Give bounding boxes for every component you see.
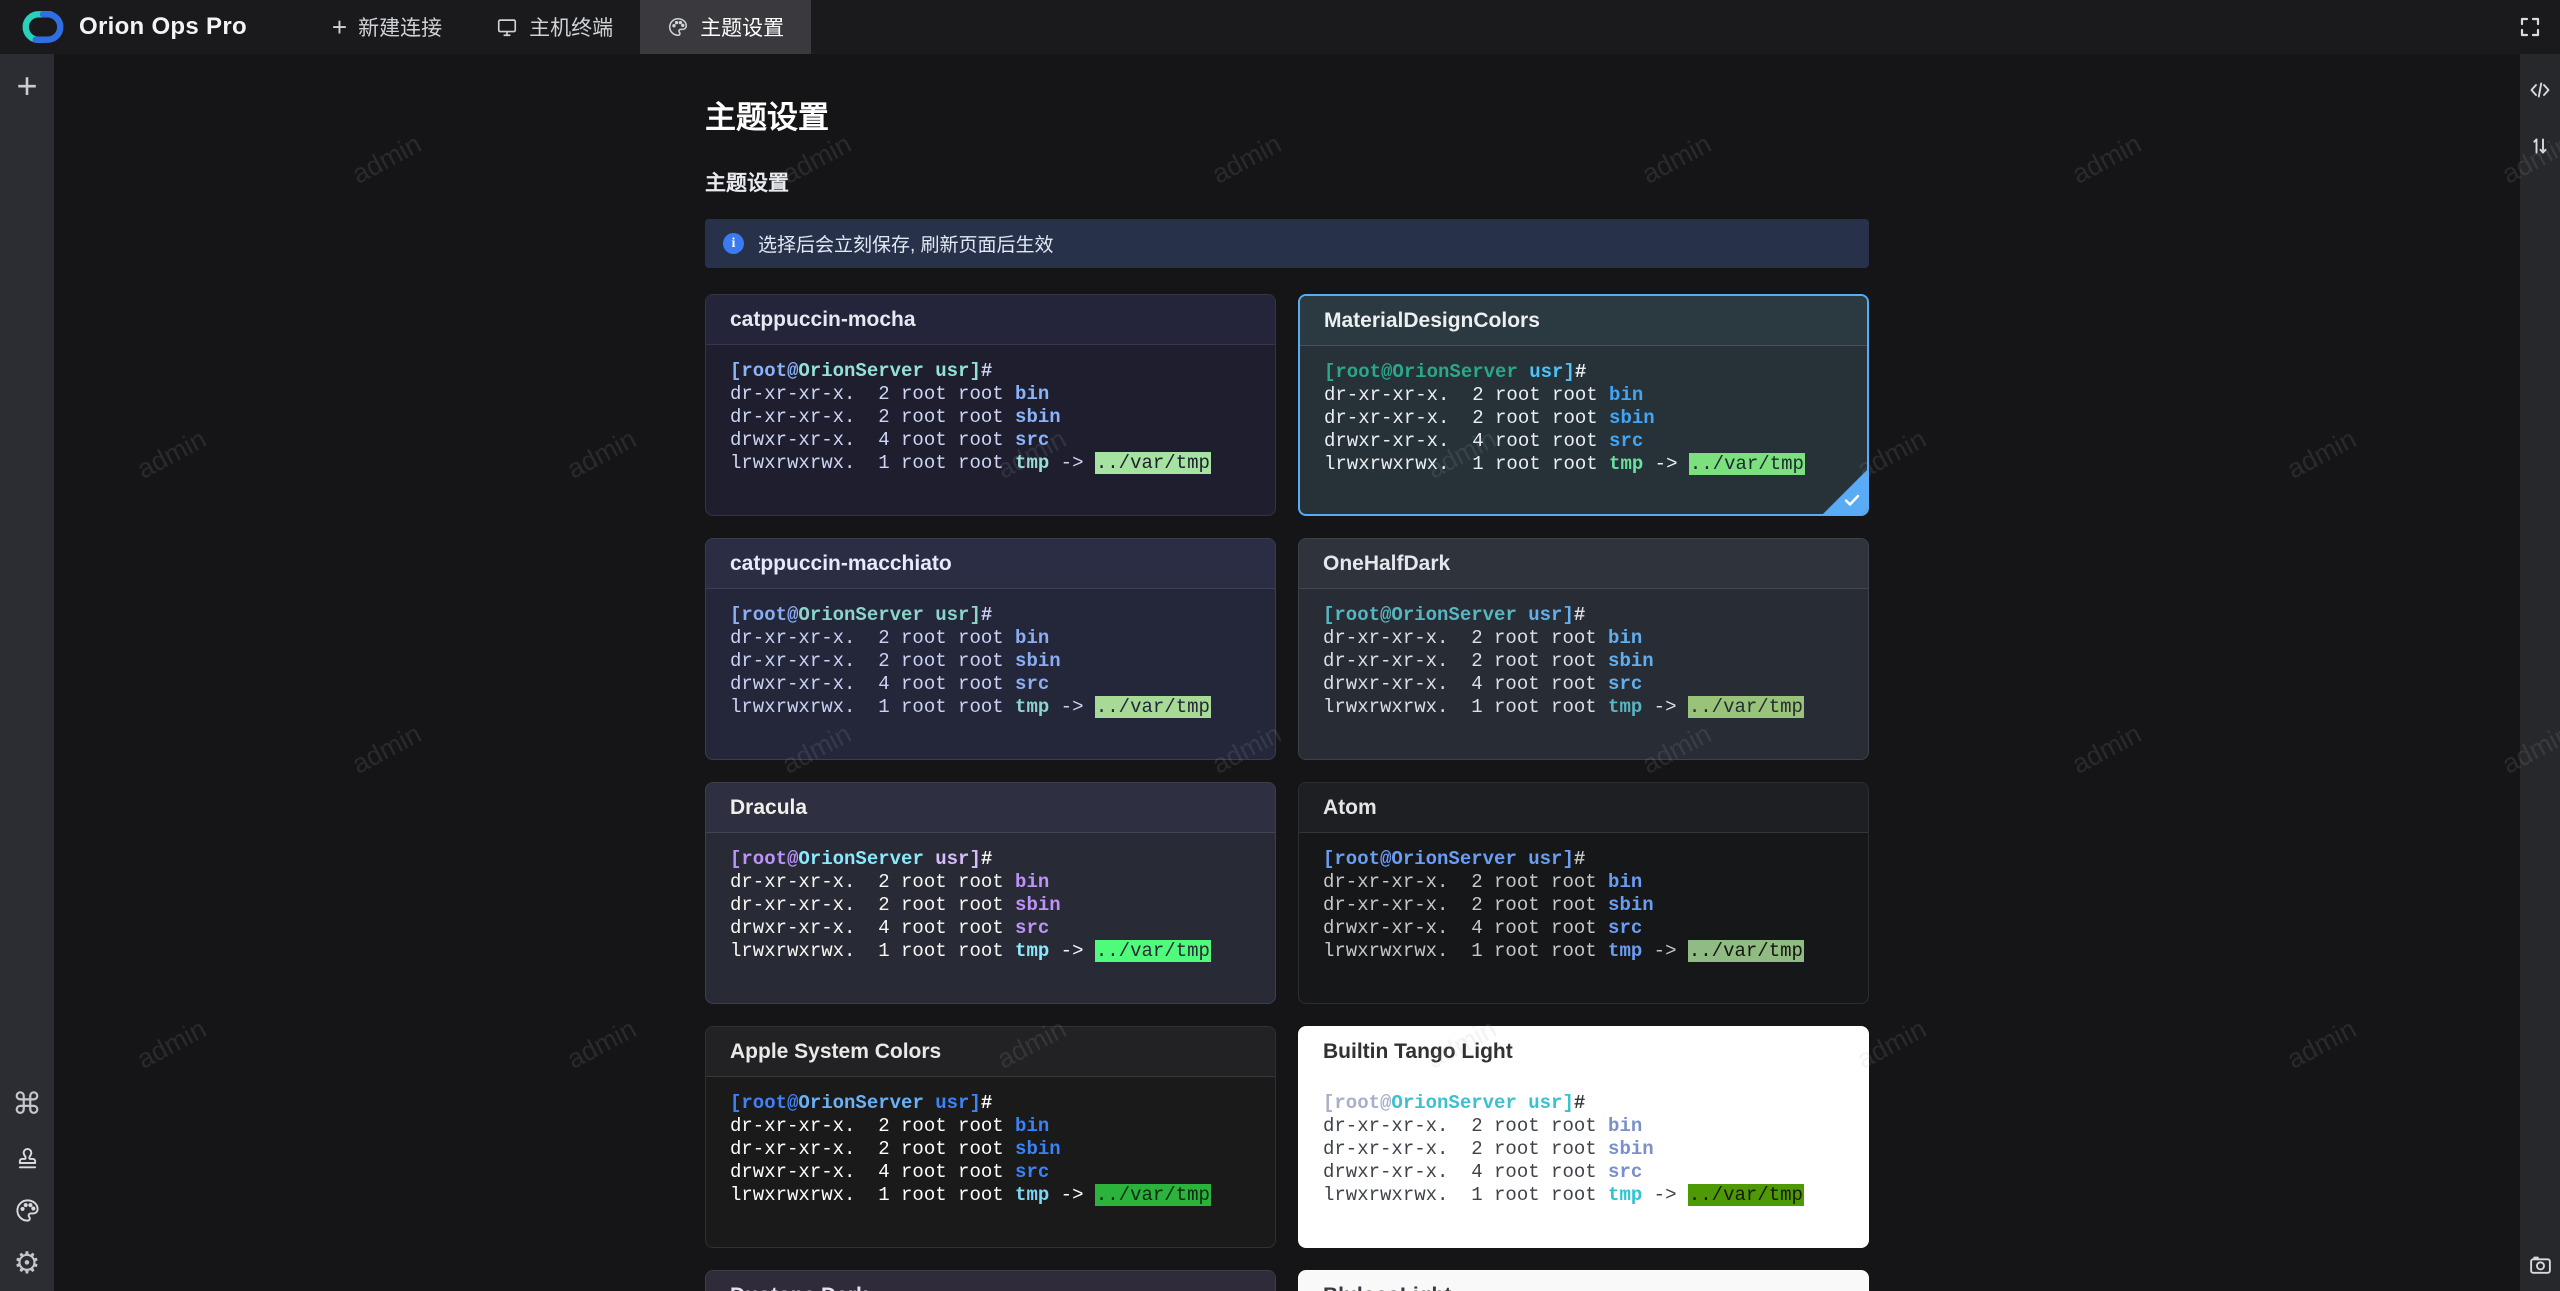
camera-icon[interactable]	[2528, 1252, 2553, 1277]
terminal-preview: [root@OrionServer usr]#dr-xr-xr-x. 2 roo…	[1324, 361, 1843, 476]
topbar-tabs: + 新建连接 主机终端 主题设置	[305, 0, 811, 54]
stamp-icon[interactable]	[14, 1145, 41, 1172]
terminal-preview: [root@OrionServer usr]#dr-xr-xr-x. 2 roo…	[1323, 1092, 1844, 1207]
theme-name: MaterialDesignColors	[1324, 309, 1540, 333]
theme-card-preview: [root@OrionServer usr]#dr-xr-xr-x. 2 roo…	[706, 345, 1275, 475]
palette-icon[interactable]	[14, 1197, 41, 1224]
info-icon: i	[723, 233, 744, 254]
theme-card-preview: [root@OrionServer usr]#dr-xr-xr-x. 2 roo…	[706, 833, 1275, 963]
theme-card-preview: [root@OrionServer usr]#dr-xr-xr-x. 2 roo…	[1299, 833, 1868, 963]
theme-name: Dracula	[730, 796, 807, 820]
theme-card-header: MaterialDesignColors	[1300, 296, 1867, 346]
theme-card[interactable]: Builtin Tango Light [root@OrionServer us…	[1298, 1026, 1869, 1248]
left-sidebar: + ⌘ ⚙	[0, 54, 54, 1291]
theme-grid: catppuccin-mocha [root@OrionServer usr]#…	[705, 294, 1869, 1291]
theme-name: Atom	[1323, 796, 1377, 820]
tab-label: 新建连接	[358, 12, 442, 42]
add-connection-icon[interactable]: +	[16, 68, 37, 104]
theme-card-header: Dracula	[706, 783, 1275, 833]
terminal-preview: [root@OrionServer usr]#dr-xr-xr-x. 2 roo…	[1323, 604, 1844, 719]
page-title: 主题设置	[705, 92, 1869, 137]
terminal-preview: [root@OrionServer usr]#dr-xr-xr-x. 2 roo…	[730, 848, 1251, 963]
theme-card-header: BlulocoLight	[1299, 1271, 1868, 1291]
theme-card[interactable]: catppuccin-macchiato [root@OrionServer u…	[705, 538, 1276, 760]
theme-card-preview: [root@OrionServer usr]#dr-xr-xr-x. 2 roo…	[1300, 346, 1867, 476]
fullscreen-icon[interactable]	[2518, 15, 2542, 39]
info-alert: i 选择后会立刻保存, 刷新页面后生效	[705, 219, 1869, 268]
theme-card[interactable]: catppuccin-mocha [root@OrionServer usr]#…	[705, 294, 1276, 516]
main-content: 主题设置 主题设置 i 选择后会立刻保存, 刷新页面后生效 catppuccin…	[54, 54, 2520, 1291]
theme-card[interactable]: OneHalfDark [root@OrionServer usr]#dr-xr…	[1298, 538, 1869, 760]
tab-theme-settings[interactable]: 主题设置	[640, 0, 811, 54]
check-icon	[1842, 490, 1862, 510]
theme-name: catppuccin-mocha	[730, 308, 916, 332]
theme-name: Builtin Tango Light	[1323, 1040, 1513, 1064]
theme-card[interactable]: Apple System Colors [root@OrionServer us…	[705, 1026, 1276, 1248]
section-title: 主题设置	[705, 167, 1869, 197]
terminal-preview: [root@OrionServer usr]#dr-xr-xr-x. 2 roo…	[730, 360, 1251, 475]
brand: Orion Ops Pro	[0, 7, 277, 47]
theme-name: catppuccin-macchiato	[730, 552, 952, 576]
theme-card-preview: [root@OrionServer usr]#dr-xr-xr-x. 2 roo…	[1299, 589, 1868, 719]
alert-text: 选择后会立刻保存, 刷新页面后生效	[758, 230, 1054, 257]
theme-card-header: catppuccin-mocha	[706, 295, 1275, 345]
theme-card-header: OneHalfDark	[1299, 539, 1868, 589]
gear-icon[interactable]: ⚙	[14, 1249, 41, 1279]
tab-new-connection[interactable]: + 新建连接	[305, 0, 469, 54]
command-icon[interactable]: ⌘	[12, 1090, 42, 1120]
theme-card[interactable]: Atom [root@OrionServer usr]#dr-xr-xr-x. …	[1298, 782, 1869, 1004]
topbar: Orion Ops Pro + 新建连接 主机终端 主题设置	[0, 0, 2560, 54]
app-title: Orion Ops Pro	[79, 13, 247, 41]
theme-card-header: Apple System Colors	[706, 1027, 1275, 1077]
theme-card[interactable]: Duotone Dark [root@OrionServer usr]#dr-x…	[705, 1270, 1276, 1291]
theme-card-header: catppuccin-macchiato	[706, 539, 1275, 589]
theme-card[interactable]: MaterialDesignColors [root@OrionServer u…	[1298, 294, 1869, 516]
right-sidebar	[2520, 54, 2560, 1291]
tab-label: 主题设置	[700, 12, 784, 42]
tab-host-terminal[interactable]: 主机终端	[469, 0, 640, 54]
theme-name: Apple System Colors	[730, 1040, 941, 1064]
theme-card-header: Atom	[1299, 783, 1868, 833]
swap-vertical-icon[interactable]	[2528, 134, 2552, 158]
terminal-preview: [root@OrionServer usr]#dr-xr-xr-x. 2 roo…	[730, 1092, 1251, 1207]
theme-card-preview: [root@OrionServer usr]#dr-xr-xr-x. 2 roo…	[706, 1077, 1275, 1207]
terminal-preview: [root@OrionServer usr]#dr-xr-xr-x. 2 roo…	[1323, 848, 1844, 963]
theme-card-preview: [root@OrionServer usr]#dr-xr-xr-x. 2 roo…	[706, 589, 1275, 719]
theme-card-preview: [root@OrionServer usr]#dr-xr-xr-x. 2 roo…	[1299, 1077, 1868, 1207]
theme-name: OneHalfDark	[1323, 552, 1450, 576]
terminal-preview: [root@OrionServer usr]#dr-xr-xr-x. 2 roo…	[730, 604, 1251, 719]
monitor-icon	[496, 16, 518, 38]
theme-name: BlulocoLight	[1323, 1284, 1451, 1291]
theme-card-header: Duotone Dark	[706, 1271, 1275, 1291]
code-icon[interactable]	[2528, 78, 2552, 102]
theme-card[interactable]: Dracula [root@OrionServer usr]#dr-xr-xr-…	[705, 782, 1276, 1004]
theme-name: Duotone Dark	[730, 1284, 868, 1291]
palette-icon	[667, 16, 689, 38]
tab-label: 主机终端	[529, 12, 613, 42]
theme-card[interactable]: BlulocoLight [root@OrionServer usr]#dr-x…	[1298, 1270, 1869, 1291]
theme-card-header: Builtin Tango Light	[1299, 1027, 1868, 1077]
app-logo-icon	[20, 7, 66, 47]
plus-icon: +	[332, 14, 347, 40]
